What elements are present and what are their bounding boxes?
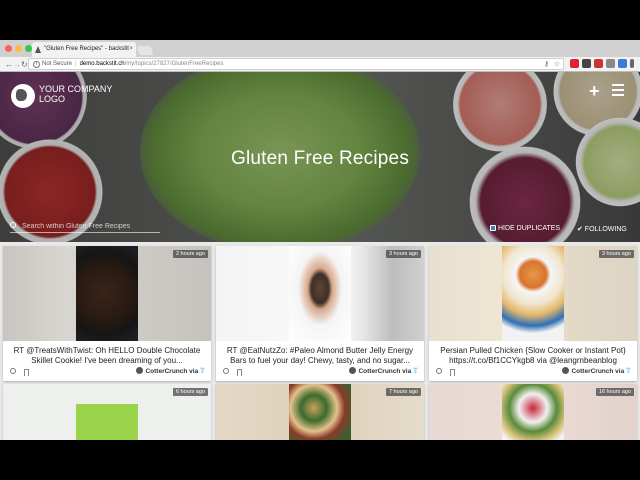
card-text[interactable]: Persian Pulled Chicken {Slow Cooker or I…	[435, 346, 631, 366]
extension-icon[interactable]	[582, 59, 591, 68]
extension-icon[interactable]	[570, 59, 579, 68]
close-window-button[interactable]	[5, 45, 12, 52]
card-source[interactable]: CotterCrunch via 𝕋	[136, 367, 205, 375]
extension-icon[interactable]	[618, 59, 627, 68]
search-input[interactable]	[22, 221, 158, 232]
energy-bar-photo	[289, 246, 351, 341]
card-footer: CotterCrunch via 𝕋	[216, 367, 424, 379]
content-card[interactable]: 3 hours ago Persian Pulled Chicken {Slow…	[429, 246, 637, 381]
avatar	[136, 367, 144, 374]
card-text[interactable]: RT @EatNutzZo: #Paleo Almond Butter Jell…	[222, 346, 418, 366]
tab-title: "Gluten Free Recipes" - backstit	[44, 46, 129, 52]
card-footer: CotterCrunch via 𝕋	[3, 367, 211, 379]
globe-icon	[11, 84, 35, 108]
author-name: CotterCrunch	[145, 368, 188, 375]
tab-close-icon[interactable]: ×	[129, 42, 133, 57]
card-image: 3 hours ago	[216, 246, 424, 341]
content-card[interactable]: 3 hours ago RT @EatNutzZo: #Paleo Almond…	[216, 246, 424, 381]
time-badge: 16 hours ago	[595, 388, 634, 396]
hamburger-menu-icon[interactable]	[612, 84, 624, 99]
back-button[interactable]: ←	[5, 57, 13, 72]
url-separator: |	[75, 61, 77, 67]
twitter-bird-icon: 𝕋	[626, 368, 631, 375]
via-label: via	[402, 368, 412, 375]
chrome-menu-icon[interactable]	[630, 59, 634, 68]
bookmark-icon[interactable]	[450, 369, 455, 376]
twitter-bird-icon: 𝕋	[413, 368, 418, 375]
reload-button[interactable]: ↻	[21, 57, 28, 72]
search-icon	[10, 222, 16, 228]
content-grid: 2 hours ago RT @TreatsWithTwist: Oh HELL…	[0, 242, 640, 440]
content-card[interactable]: 7 hours ago	[216, 384, 424, 440]
logo-text: YOUR COMPANY LOGO	[39, 84, 112, 104]
card-source[interactable]: CotterCrunch via 𝕋	[562, 367, 631, 375]
via-label: via	[615, 368, 625, 375]
skillet-cookie-photo	[76, 246, 138, 341]
checkbox-icon[interactable]	[490, 225, 496, 231]
info-icon[interactable]: i	[33, 61, 40, 68]
time-badge: 7 hours ago	[385, 388, 421, 396]
card-text[interactable]: RT @TreatsWithTwist: Oh HELLO Double Cho…	[9, 346, 205, 366]
minimize-window-button[interactable]	[15, 45, 22, 52]
favicon-icon	[35, 46, 41, 53]
new-tab-button[interactable]	[136, 46, 154, 55]
topic-header: YOUR COMPANY LOGO Gluten Free Recipes + …	[0, 72, 640, 242]
card-image: 2 hours ago	[3, 246, 211, 341]
time-badge: 3 hours ago	[598, 250, 634, 258]
zoom-icon[interactable]	[436, 368, 442, 374]
content-card[interactable]: 2 hours ago RT @TreatsWithTwist: Oh HELL…	[3, 246, 211, 381]
time-badge: 6 hours ago	[172, 388, 208, 396]
author-name: CotterCrunch	[571, 368, 614, 375]
browser-tab[interactable]: "Gluten Free Recipes" - backstit ×	[32, 42, 136, 57]
green-graphic-photo	[76, 404, 138, 440]
bookmark-star-icon[interactable]: ☆	[554, 59, 560, 70]
hide-duplicates-label: HIDE DUPLICATES	[498, 225, 561, 232]
author-name: CotterCrunch	[358, 368, 401, 375]
twitter-bird-icon: 𝕋	[200, 368, 205, 375]
url-path: /my/topics/27827/GlutenFreeRecipes	[124, 61, 224, 67]
screen: "Gluten Free Recipes" - backstit × ← → ↻…	[0, 0, 640, 480]
via-label: via	[189, 368, 199, 375]
maximize-window-button[interactable]	[25, 45, 32, 52]
content-card[interactable]: 16 hours ago	[429, 384, 637, 440]
hide-duplicates-toggle[interactable]: HIDE DUPLICATES	[490, 225, 560, 232]
card-source[interactable]: CotterCrunch via 𝕋	[349, 367, 418, 375]
time-badge: 2 hours ago	[172, 250, 208, 258]
avatar	[349, 367, 357, 374]
logo-line1: YOUR COMPANY	[39, 84, 113, 94]
zoom-icon[interactable]	[10, 368, 16, 374]
forward-button[interactable]: →	[13, 57, 21, 72]
card-image: 3 hours ago	[429, 246, 637, 341]
card-image: 6 hours ago	[3, 384, 211, 440]
time-badge: 3 hours ago	[385, 250, 421, 258]
topic-search[interactable]	[10, 221, 160, 233]
logo-line2: LOGO	[39, 94, 66, 104]
card-footer: CotterCrunch via 𝕋	[429, 367, 637, 379]
zoom-icon[interactable]	[223, 368, 229, 374]
page-title: Gluten Free Recipes	[230, 148, 410, 169]
security-label: Not Secure	[42, 61, 73, 67]
avatar	[562, 367, 570, 374]
salad-photo	[289, 384, 351, 440]
url-host: demo.backstit.ch	[79, 61, 125, 67]
extension-icon[interactable]	[594, 59, 603, 68]
add-icon[interactable]: +	[589, 82, 600, 100]
bookmark-icon[interactable]	[24, 369, 29, 376]
card-image: 7 hours ago	[216, 384, 424, 440]
following-button[interactable]: ✔ FOLLOWING	[577, 225, 627, 233]
fruit-salad-photo	[502, 384, 564, 440]
content-card[interactable]: 6 hours ago	[3, 384, 211, 440]
extension-icon[interactable]	[606, 59, 615, 68]
address-bar[interactable]: i Not Secure | demo.backstit.ch/my/topics/2…	[28, 58, 564, 70]
card-image: 16 hours ago	[429, 384, 637, 440]
pulled-chicken-photo	[502, 246, 564, 341]
bookmark-icon[interactable]	[237, 369, 242, 376]
key-icon[interactable]: ⚷	[544, 59, 549, 70]
